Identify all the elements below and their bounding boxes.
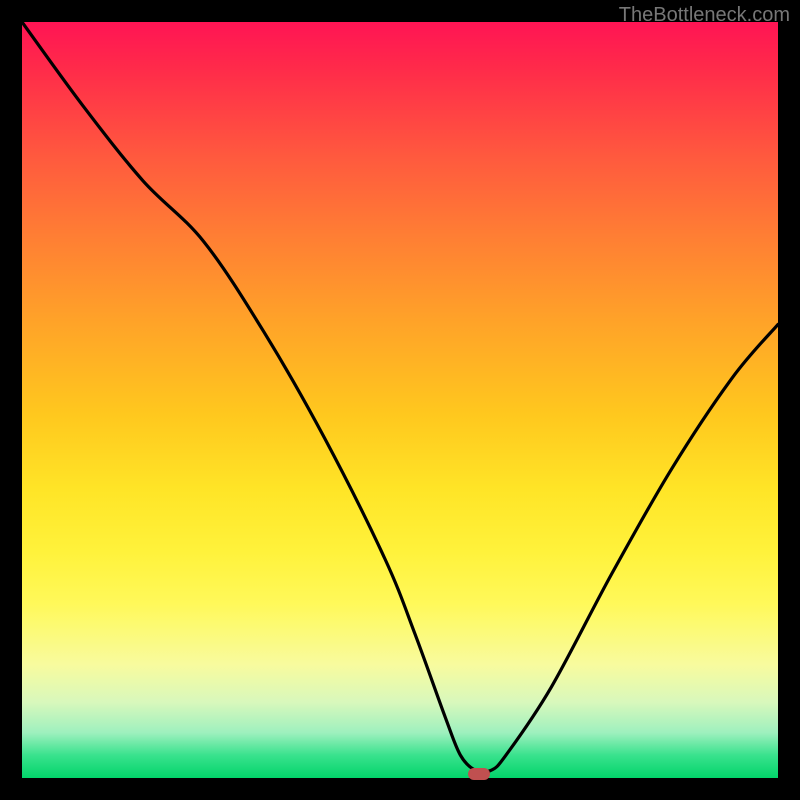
chart-border-left — [0, 0, 22, 800]
watermark-text: TheBottleneck.com — [619, 4, 790, 27]
optimal-point-marker — [468, 768, 490, 780]
chart-border-bottom — [0, 778, 800, 800]
bottleneck-curve — [22, 22, 778, 778]
bottleneck-chart: TheBottleneck.com — [0, 0, 800, 800]
chart-border-right — [778, 0, 800, 800]
